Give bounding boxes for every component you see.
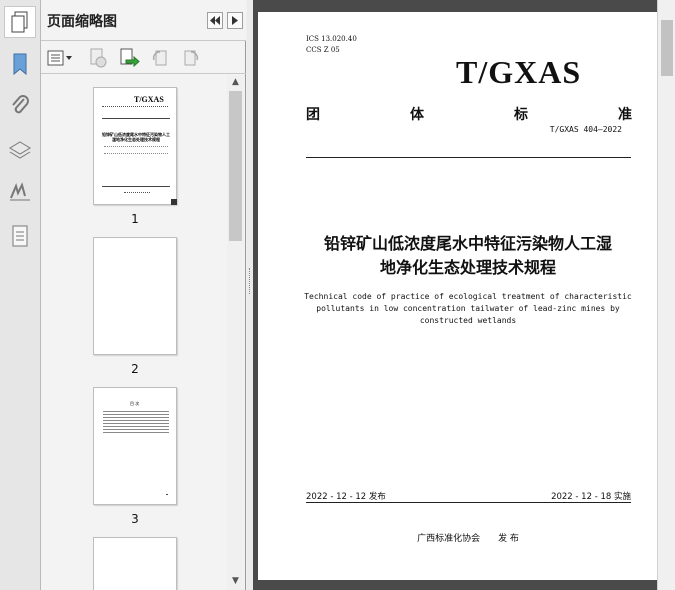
content-icon[interactable] [4,220,36,252]
rotate-left-button[interactable] [149,48,171,68]
thumbnail-toc-lines [103,411,169,433]
standard-type: 团 体 标 准 [306,104,632,124]
ccs-code: CCS Z 05 [306,46,340,54]
title-line: 地净化生态处理技术规程 [379,258,556,277]
english-title-line: Technical code of practice of ecological… [304,292,632,301]
thumbnail-page-3[interactable]: 目 次 [93,387,177,505]
standard-logo: T/GXAS [456,54,582,90]
ics-ccs-codes: ICS 13.020.40 CCS Z 05 [306,34,357,56]
english-title-line: pollutants in low concentration tailwate… [316,304,620,313]
collapse-panel-button[interactable] [207,12,223,29]
document-page: ICS 13.020.40 CCS Z 05 T/GXAS 团 体 标 准 T/… [258,12,657,580]
splitter-grip[interactable] [249,268,251,294]
layers-icon[interactable] [4,134,36,166]
standard-type-char: 体 [410,107,424,123]
double-chevron-left-icon [210,16,220,25]
ics-code: ICS 13.020.40 [306,35,357,43]
thumbnail-rule-bottom [102,186,170,187]
rotate-right-button[interactable] [180,48,202,68]
thumbnail-page-number: 3 [131,512,139,526]
thumbnail-rule [102,118,170,119]
scroll-up-icon[interactable]: ▲ [227,75,244,89]
options-menu-icon [47,50,72,66]
thumbnail-page-marker [166,494,168,495]
panel-title: 页面缩略图 [47,14,117,30]
publish-date: 2022 - 12 - 12 发布 [306,492,386,502]
thumbnail-publisher [124,192,150,194]
bookmarks-icon[interactable] [4,48,36,80]
delete-pages-button[interactable] [87,48,109,68]
thumbnail-page-number: 2 [131,362,139,376]
title-line: 铅锌矿山低浓度尾水中特征污染物人工湿 [323,234,612,253]
extract-page-icon [120,48,140,68]
document-title: 铅锌矿山低浓度尾水中特征污染物人工湿 地净化生态处理技术规程 [288,232,648,280]
delete-page-icon [90,48,107,68]
english-title-line: constructed wetlands [419,316,517,325]
rotate-left-icon [152,50,167,66]
header-rule [306,157,631,158]
thumbnail-subtitle [104,146,168,154]
thumbnail-scroll-thumb[interactable] [229,91,242,241]
standard-type-char: 团 [306,107,320,123]
thumbnail-page-4[interactable] [93,537,177,590]
thumbnail-logo: T/GXAS [134,95,164,104]
thumbnail-page-number: 1 [131,212,139,226]
scroll-down-icon[interactable]: ▼ [227,574,244,588]
standard-code: T/GXAS 404—2022 [549,125,622,134]
thumbnail-page-1[interactable]: T/GXAS 铅锌矿山低浓度尾水中特征污染物人工湿地净化生态处理技术规程 [93,87,177,205]
pdf-reader-window: 页面缩略图 T/GXAS 铅锌矿山低浓度尾水中特征污染物人工湿地净化生态处理技术… [0,0,675,590]
thumbnail-header-line [102,106,168,108]
panel-header: 页面缩略图 [41,0,246,41]
page-thumbnails-icon[interactable] [4,6,36,38]
thumbnail-page-2[interactable] [93,237,177,355]
signatures-icon[interactable] [4,176,36,208]
thumbnail-list: T/GXAS 铅锌矿山低浓度尾水中特征污染物人工湿地净化生态处理技术规程 1 2… [41,75,228,590]
english-title: Technical code of practice of ecological… [298,291,638,327]
attachments-icon[interactable] [4,90,36,122]
thumbnail-toolbar [41,41,246,74]
standard-type-char: 标 [514,107,528,123]
footer-rule [306,502,631,503]
document-viewer: ICS 13.020.40 CCS Z 05 T/GXAS 团 体 标 准 T/… [253,0,657,590]
thumbnail-panel: 页面缩略图 T/GXAS 铅锌矿山低浓度尾水中特征污染物人工湿地净化生态处理技术… [41,0,246,590]
document-scroll-thumb[interactable] [661,20,673,76]
thumbnail-toc-heading: 目 次 [130,401,140,406]
extract-pages-button[interactable] [118,48,140,68]
panel-menu-button[interactable] [227,12,243,29]
options-dropdown-button[interactable] [46,48,74,68]
chevron-right-icon [232,16,238,25]
document-scrollbar[interactable] [657,0,675,590]
rotate-right-icon [184,50,199,66]
publisher: 广西标准化协会 发 布 [417,534,519,544]
thumbnail-title: 铅锌矿山低浓度尾水中特征污染物人工湿地净化生态处理技术规程 [102,132,170,142]
navigation-rail [0,0,41,590]
implement-date: 2022 - 12 - 18 实施 [551,492,631,502]
thumbnail-resize-handle[interactable] [171,199,177,205]
standard-type-char: 准 [618,107,632,123]
thumbnail-scrollbar[interactable]: ▲ ▼ [227,75,244,590]
